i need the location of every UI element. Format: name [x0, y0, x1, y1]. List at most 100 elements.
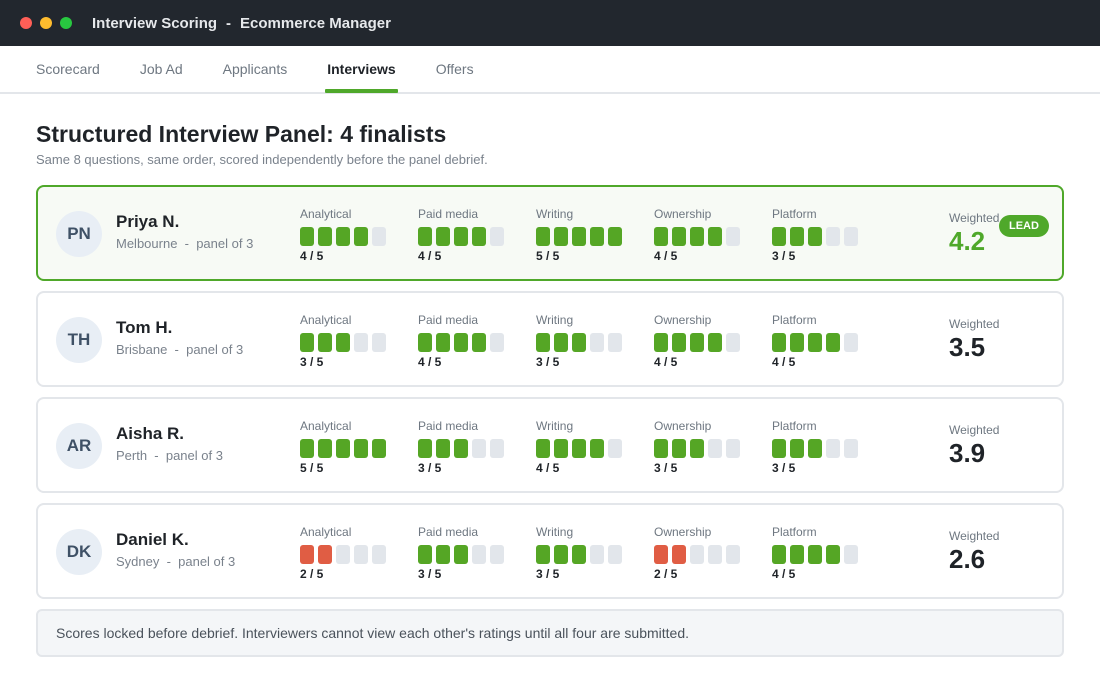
score-bar	[654, 227, 764, 246]
criterion-paid-media: Paid media 4 / 5	[418, 313, 528, 369]
candidate-card[interactable]: TH Tom H. Brisbane - panel of 3 Analytical 3…	[36, 291, 1064, 387]
score-pip-filled	[418, 227, 432, 246]
score-pip-filled	[336, 333, 350, 352]
weighted-label: Weighted	[949, 529, 1000, 543]
score-pip-empty	[726, 439, 740, 458]
score-pip-filled	[572, 227, 586, 246]
score-pip-filled	[536, 439, 550, 458]
weighted-score: Weighted 2.6	[949, 529, 999, 574]
criterion-platform: Platform 3 / 5	[772, 419, 882, 475]
criterion-label: Paid media	[418, 419, 479, 433]
score-pip-filled	[318, 333, 332, 352]
candidate-list: PN Priya N. Melbourne - panel of 3 Analytic…	[36, 185, 1064, 599]
criterion-score: 3 / 5	[654, 461, 678, 475]
score-pip-empty	[472, 545, 486, 564]
score-pip-filled	[590, 227, 604, 246]
score-pip-filled	[654, 333, 668, 352]
score-bar	[418, 333, 528, 352]
score-pip-empty	[726, 227, 740, 246]
maximize-window-button[interactable]	[60, 17, 72, 29]
score-pip-empty	[490, 333, 504, 352]
candidate-location: Brisbane - panel of 3	[116, 342, 244, 357]
weighted-value: 3.5	[949, 332, 986, 362]
score-pip-empty	[844, 439, 858, 458]
criterion-label: Paid media	[418, 313, 479, 327]
criterion-score: 4 / 5	[654, 355, 678, 369]
score-pip-filled	[772, 333, 786, 352]
candidate-location: Melbourne - panel of 3	[116, 236, 254, 251]
minimize-window-button[interactable]	[40, 17, 52, 29]
score-pip-filled	[690, 227, 704, 246]
score-pip-filled	[454, 333, 468, 352]
score-pip-empty	[354, 545, 368, 564]
score-pip-empty	[590, 333, 604, 352]
criterion-score: 3 / 5	[418, 567, 442, 581]
score-pip-filled	[808, 439, 822, 458]
score-pip-empty	[608, 545, 622, 564]
criterion-platform: Platform 4 / 5	[772, 313, 882, 369]
tab-scorecard[interactable]: Scorecard	[36, 46, 100, 92]
score-pip-empty	[372, 545, 386, 564]
scoring-footnote: Scores locked before debrief. Interviewe…	[36, 609, 1064, 657]
criterion-label: Analytical	[300, 525, 352, 539]
close-window-button[interactable]	[20, 17, 32, 29]
criterion-score: 4 / 5	[654, 249, 678, 263]
criterion-score: 4 / 5	[418, 249, 442, 263]
score-pip-filled	[654, 439, 668, 458]
criterion-score: 3 / 5	[772, 249, 796, 263]
criterion-analytical: Analytical 5 / 5	[300, 419, 410, 475]
score-pip-filled	[436, 227, 450, 246]
criterion-label: Platform	[772, 419, 817, 433]
tab-job-ad[interactable]: Job Ad	[140, 46, 183, 92]
score-bar	[536, 439, 646, 458]
candidate-name: Daniel K.	[116, 530, 189, 549]
score-pip-filled	[772, 545, 786, 564]
criterion-score: 3 / 5	[300, 355, 324, 369]
tab-interviews[interactable]: Interviews	[325, 46, 399, 93]
score-pip-filled	[690, 333, 704, 352]
score-pip-empty	[726, 333, 740, 352]
score-pip-filled	[654, 545, 668, 564]
score-pip-filled	[572, 439, 586, 458]
score-pip-empty	[490, 227, 504, 246]
criterion-label: Platform	[772, 207, 817, 221]
score-pip-filled	[772, 227, 786, 246]
score-pip-empty	[372, 227, 386, 246]
score-pip-filled	[772, 439, 786, 458]
score-pip-filled	[808, 333, 822, 352]
score-pip-filled	[654, 227, 668, 246]
score-bar	[654, 545, 764, 564]
score-pip-filled	[418, 545, 432, 564]
lead-badge: LEAD	[999, 215, 1049, 237]
candidate-card[interactable]: DK Daniel K. Sydney - panel of 3 Analytical…	[36, 503, 1064, 599]
weighted-score: Weighted 4.2	[949, 211, 999, 256]
criterion-score: 2 / 5	[654, 567, 678, 581]
criterion-writing: Writing 3 / 5	[536, 313, 646, 369]
criterion-label: Platform	[772, 313, 817, 327]
score-pip-filled	[790, 227, 804, 246]
score-pip-filled	[672, 545, 686, 564]
criterion-score: 4 / 5	[418, 355, 442, 369]
criterion-platform: Platform 3 / 5	[772, 207, 882, 263]
criterion-label: Ownership	[654, 525, 712, 539]
score-bar	[654, 439, 764, 458]
criterion-score: 4 / 5	[536, 461, 560, 475]
score-bar	[536, 545, 646, 564]
candidate-card[interactable]: PN Priya N. Melbourne - panel of 3 Analytic…	[36, 185, 1064, 281]
score-pip-filled	[354, 227, 368, 246]
criterion-label: Writing	[536, 207, 574, 221]
criterion-label: Writing	[536, 525, 574, 539]
score-pip-filled	[826, 333, 840, 352]
tab-offers[interactable]: Offers	[436, 46, 474, 92]
avatar: AR	[56, 423, 102, 469]
score-bar	[772, 333, 882, 352]
score-pip-filled	[554, 439, 568, 458]
criterion-ownership: Ownership 4 / 5	[654, 313, 764, 369]
criterion-label: Writing	[536, 419, 574, 433]
tab-applicants[interactable]: Applicants	[223, 46, 288, 92]
criterion-writing: Writing 4 / 5	[536, 419, 646, 475]
criterion-label: Analytical	[300, 313, 352, 327]
score-bar	[654, 333, 764, 352]
score-bar	[300, 545, 410, 564]
candidate-card[interactable]: AR Aisha R. Perth - panel of 3 Analytical 5 …	[36, 397, 1064, 493]
